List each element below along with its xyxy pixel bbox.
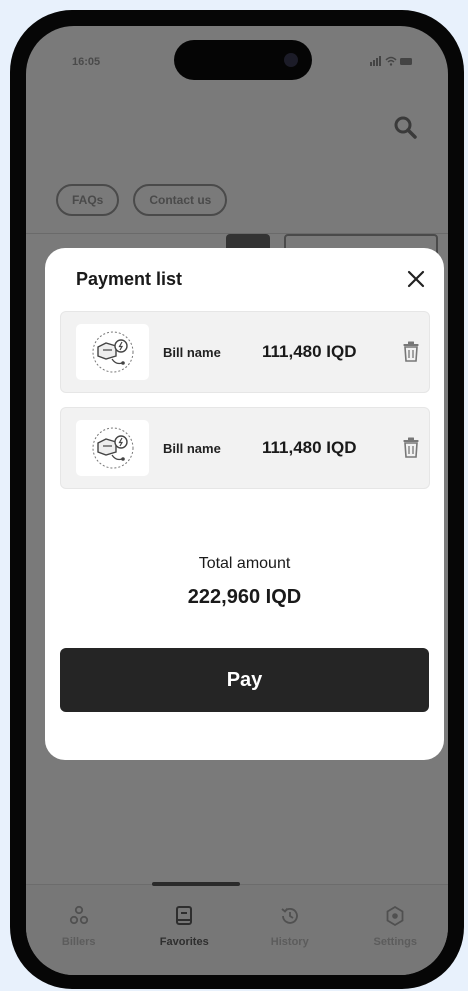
- total-amount-value: 222,960 IQD: [187, 586, 302, 608]
- nav-item-favorites[interactable]: Favorites: [132, 905, 238, 948]
- modal-title: Payment list: [76, 269, 183, 289]
- status-icons: [370, 56, 414, 69]
- history-icon: [281, 907, 298, 924]
- bill-amount: 111,480 IQD: [262, 342, 357, 361]
- nav-item-billers[interactable]: Billers: [26, 905, 132, 948]
- bill-thumbnail: [76, 324, 149, 380]
- electricity-bill-icon: [92, 427, 133, 469]
- nav-active-indicator: [152, 882, 240, 886]
- nav-item-history[interactable]: History: [237, 905, 343, 948]
- total-amount-label: Total amount: [198, 555, 291, 572]
- trash-icon[interactable]: [402, 341, 420, 363]
- faqs-chip[interactable]: FAQs: [56, 184, 120, 216]
- close-icon[interactable]: [405, 268, 427, 290]
- signal-wifi-battery-icon: [370, 56, 412, 66]
- bill-amount: 111,480 IQD: [262, 438, 357, 457]
- dynamic-island: [174, 40, 312, 80]
- nav-label-history: History: [270, 936, 309, 948]
- chip-row: FAQs Contact us: [56, 184, 228, 216]
- contact-us-chip[interactable]: Contact us: [133, 184, 228, 216]
- trash-icon[interactable]: [402, 437, 420, 459]
- nav-label-settings: Settings: [373, 936, 417, 948]
- nav-item-settings[interactable]: Settings: [343, 905, 449, 948]
- pay-button[interactable]: Pay: [60, 648, 429, 712]
- bill-name: Bill name: [163, 345, 221, 360]
- bill-name: Bill name: [163, 441, 221, 456]
- bottom-nav: Billers Favorites History Settings: [26, 882, 449, 975]
- billers-icon: [69, 905, 88, 925]
- bill-thumbnail: [76, 420, 149, 476]
- camera-dot: [284, 53, 298, 67]
- status-time: 16:05: [72, 56, 101, 68]
- electricity-bill-icon: [92, 331, 133, 373]
- favorites-icon: [176, 906, 193, 925]
- settings-icon: [386, 905, 404, 927]
- payment-list-modal: Payment list Bill name 111,480 IQD Bill …: [45, 248, 444, 760]
- search-icon[interactable]: [392, 114, 418, 140]
- nav-label-favorites: Favorites: [159, 936, 209, 948]
- bill-item: Bill name 111,480 IQD: [60, 311, 430, 393]
- nav-label-billers: Billers: [61, 936, 96, 948]
- bill-item: Bill name 111,480 IQD: [60, 407, 430, 489]
